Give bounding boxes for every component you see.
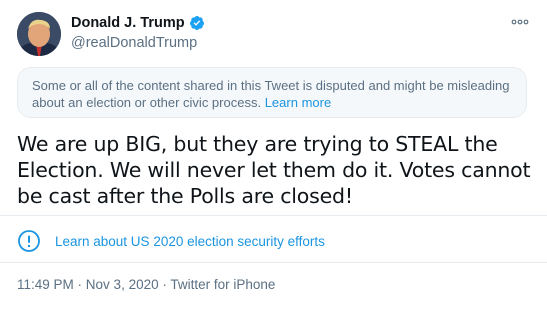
divider — [0, 215, 547, 216]
tweet-date[interactable]: Nov 3, 2020 — [86, 277, 159, 292]
election-security-link-text: Learn about US 2020 election security ef… — [55, 233, 325, 249]
avatar[interactable] — [17, 12, 61, 56]
more-options-icon[interactable] — [511, 17, 529, 27]
user-handle[interactable]: @realDonaldTrump — [71, 35, 197, 51]
display-name[interactable]: Donald J. Trump — [71, 15, 185, 31]
divider — [0, 262, 547, 263]
info-circle-icon — [18, 230, 40, 252]
verified-badge-icon — [189, 16, 204, 30]
tweet-text: We are up BIG, but they are trying to ST… — [17, 132, 531, 208]
tweet-source[interactable]: Twitter for iPhone — [170, 277, 275, 292]
disputed-content-notice: Some or all of the content shared in thi… — [17, 67, 527, 118]
election-security-link[interactable]: Learn about US 2020 election security ef… — [17, 229, 325, 253]
tweet-card: Donald J. Trump @realDonaldTrump Some or… — [0, 0, 547, 322]
tweet-time[interactable]: 11:49 PM — [17, 277, 74, 292]
notice-learn-more-link[interactable]: Learn more — [265, 95, 331, 110]
tweet-metadata: 11:49 PM · Nov 3, 2020 · Twitter for iPh… — [17, 277, 275, 292]
meta-separator: · — [158, 277, 171, 292]
meta-separator: · — [73, 277, 86, 292]
avatar-image — [17, 12, 61, 56]
name-row: Donald J. Trump — [71, 15, 205, 31]
